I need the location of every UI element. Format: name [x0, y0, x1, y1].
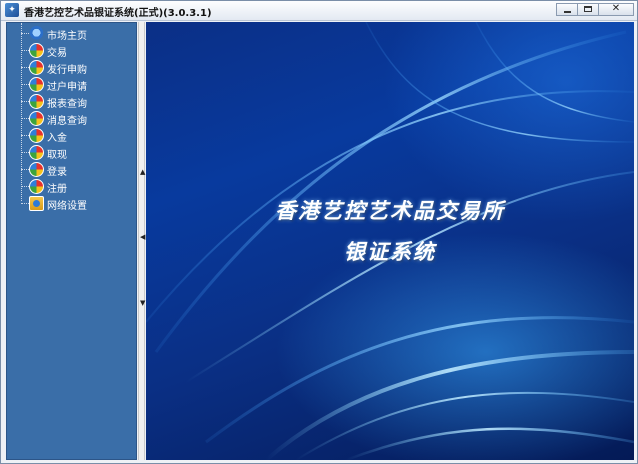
collapse-left-arrow-icon[interactable]: ◀ [140, 233, 145, 241]
panel-splitter[interactable]: ▲ ◀ ▼ [138, 22, 145, 460]
color-pie-icon [29, 128, 44, 143]
window-title: 香港艺控艺术品银证系统(正式)(3.0.3.1) [24, 8, 212, 19]
nav-item-label: 报表查询 [47, 99, 87, 110]
nav-item-market-home[interactable]: 市场主页 [7, 25, 138, 42]
nav-item-register[interactable]: 注册 [7, 178, 138, 195]
tree-branch-line [21, 118, 29, 119]
nav-item-label: 网络设置 [47, 201, 87, 212]
nav-item-transfer-request[interactable]: 过户申请 [7, 76, 138, 93]
tree-branch-line [21, 169, 29, 170]
tree-branch-line [21, 67, 29, 68]
nav-item-message-query[interactable]: 消息查询 [7, 110, 138, 127]
tree-branch-line [21, 203, 29, 204]
nav-item-label: 过户申请 [47, 82, 87, 93]
maximize-button[interactable] [577, 3, 599, 16]
nav-item-report-query[interactable]: 报表查询 [7, 93, 138, 110]
app-icon[interactable]: ✦ [5, 3, 19, 17]
tree-branch-line [21, 152, 29, 153]
nav-item-label: 交易 [47, 48, 67, 59]
title-bar[interactable]: ✦ 香港艺控艺术品银证系统(正式)(3.0.3.1) ✕ [1, 1, 637, 21]
maximize-icon [584, 6, 592, 12]
minimize-button[interactable] [556, 3, 578, 16]
close-icon: ✕ [611, 3, 621, 14]
splash-subtitle: 银证系统 [344, 240, 436, 264]
nav-item-login[interactable]: 登录 [7, 161, 138, 178]
app-window: ✦ 香港艺控艺术品银证系统(正式)(3.0.3.1) ✕ 市场主页 交易 发行申… [0, 0, 638, 464]
nav-item-network-settings[interactable]: 网络设置 [7, 195, 138, 212]
color-pie-icon [29, 111, 44, 126]
splash-banner: 香港艺控艺术品交易所 银证系统 [146, 22, 634, 460]
tree-branch-line [21, 84, 29, 85]
window-controls: ✕ [556, 3, 634, 16]
tree-branch-line [21, 33, 29, 34]
collapse-down-arrow-icon[interactable]: ▼ [140, 299, 145, 307]
minimize-icon [564, 11, 571, 13]
home-globe-icon [29, 26, 44, 41]
tree-branch-line [21, 135, 29, 136]
nav-item-label: 消息查询 [47, 116, 87, 127]
color-pie-icon [29, 162, 44, 177]
nav-item-deposit[interactable]: 入金 [7, 127, 138, 144]
nav-item-label: 登录 [47, 167, 67, 178]
color-pie-icon [29, 60, 44, 75]
collapse-up-arrow-icon[interactable]: ▲ [140, 168, 145, 176]
nav-item-label: 市场主页 [47, 31, 87, 42]
close-button[interactable]: ✕ [598, 3, 634, 16]
color-pie-icon [29, 145, 44, 160]
nav-tree: 市场主页 交易 发行申购 过户申请 报表查询 消息查询 入金 取现 登录 注册 … [6, 22, 137, 460]
tree-branch-line [21, 186, 29, 187]
nav-item-label: 取现 [47, 150, 67, 161]
splash-title: 香港艺控艺术品交易所 [275, 199, 505, 223]
color-pie-icon [29, 77, 44, 92]
tree-branch-line [21, 50, 29, 51]
nav-item-label: 注册 [47, 184, 67, 195]
nav-item-label: 入金 [47, 133, 67, 144]
network-settings-icon [29, 196, 44, 211]
nav-item-label: 发行申购 [47, 65, 87, 76]
tree-branch-line [21, 101, 29, 102]
nav-item-trade[interactable]: 交易 [7, 42, 138, 59]
color-pie-icon [29, 179, 44, 194]
color-pie-icon [29, 43, 44, 58]
nav-item-withdraw[interactable]: 取现 [7, 144, 138, 161]
color-pie-icon [29, 94, 44, 109]
nav-item-issue-subscribe[interactable]: 发行申购 [7, 59, 138, 76]
